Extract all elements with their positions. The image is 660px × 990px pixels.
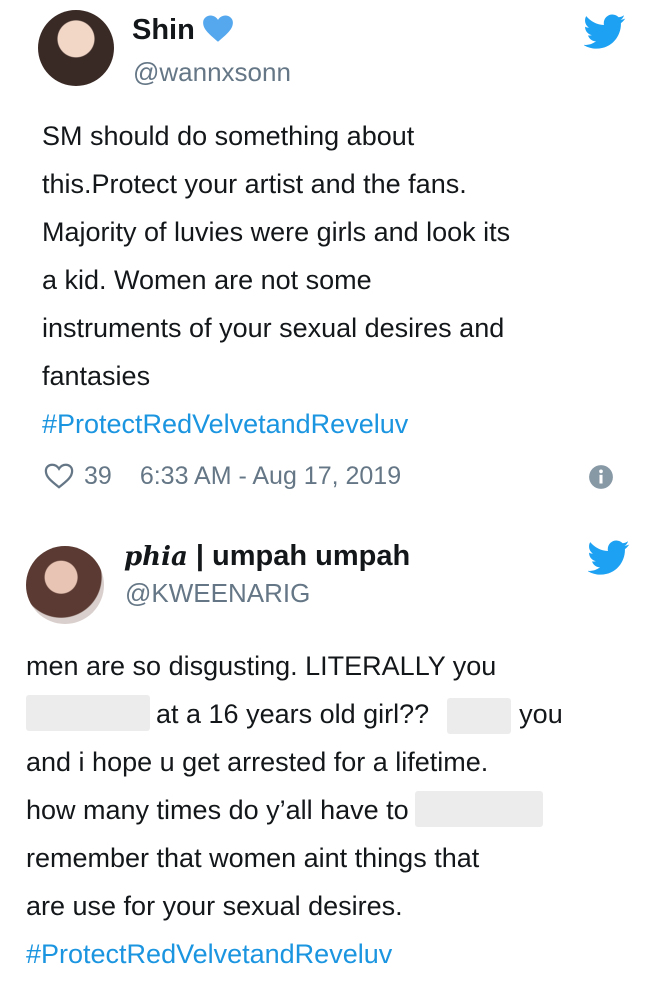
hashtag-link[interactable]: #ProtectRedVelvetandReveluv	[42, 400, 642, 448]
display-name[interactable]: Shin	[132, 14, 195, 47]
tweet-text-line: a kid. Women are not some	[42, 265, 372, 295]
tweet-timestamp[interactable]: 6:33 AM - Aug 17, 2019	[140, 462, 401, 491]
display-name-rest: | umpah umpah	[187, 540, 411, 572]
user-avatar[interactable]	[26, 546, 104, 624]
hashtag-link[interactable]: #ProtectRedVelvetandReveluv	[26, 930, 646, 978]
like-count[interactable]: 39	[84, 462, 112, 491]
tweet-card: phia | umpah umpah @KWEENARIG men are so…	[0, 520, 660, 990]
tweet-text-line: and i hope u get arrested for a lifetime…	[26, 747, 489, 777]
tweet-text-fragment: how many times do y’all have to	[26, 795, 409, 825]
tweet-card: Shin @wannxsonn SM should do something a…	[0, 0, 660, 520]
tweet-text-line: instruments of your sexual desires and	[42, 313, 505, 343]
tweet-text-line: this.Protect your artist and the fans.	[42, 169, 467, 199]
user-avatar[interactable]	[38, 10, 114, 86]
heart-icon[interactable]	[44, 462, 74, 490]
tweet-text-fragment: you	[519, 699, 563, 729]
verified-badge-icon	[203, 15, 233, 42]
twitter-bird-icon[interactable]	[584, 14, 626, 50]
redaction-block	[26, 694, 150, 731]
tweet-text-line: remember that women aint things that	[26, 843, 480, 873]
tweet-text-fragment: at a 16 years old girl??	[156, 699, 430, 729]
tweet-text-line: are use for your sexual desires.	[26, 891, 403, 921]
tweet-text: SM should do something about this.Protec…	[42, 112, 642, 448]
tweet-text-line: at a 16 years old girl?? you	[26, 690, 646, 738]
user-handle[interactable]: @wannxsonn	[133, 57, 291, 88]
tweet-meta: 39 6:33 AM - Aug 17, 2019	[44, 458, 401, 494]
tweet-text-line: SM should do something about	[42, 121, 415, 151]
display-name-stylized: phia	[124, 542, 188, 572]
tweet-text: men are so disgusting. LITERALLY you at …	[26, 642, 646, 978]
tweet-text-line: fantasies	[42, 361, 151, 391]
redaction-block	[414, 790, 543, 827]
user-handle[interactable]: @KWEENARIG	[125, 578, 310, 609]
info-icon[interactable]	[588, 464, 614, 490]
tweet-text-line: Majority of luvies were girls and look i…	[42, 217, 511, 247]
tweet-text-line: men are so disgusting. LITERALLY you	[26, 651, 497, 681]
display-name[interactable]: phia | umpah umpah	[124, 540, 410, 573]
redaction-block	[447, 697, 512, 734]
twitter-bird-icon[interactable]	[588, 540, 630, 576]
tweet-text-line: how many times do y’all have to	[26, 786, 646, 834]
